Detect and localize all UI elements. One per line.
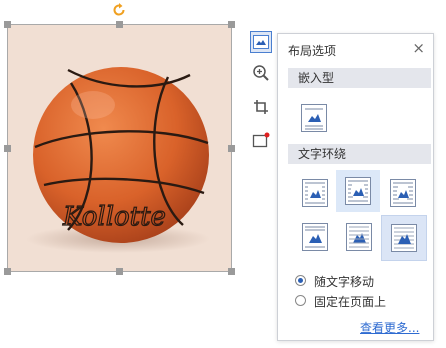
border-icon [252, 132, 270, 148]
selected-image[interactable]: Kollotte [7, 24, 232, 272]
close-icon[interactable]: × [412, 39, 425, 57]
layout-options-icon [253, 35, 269, 49]
see-more-link[interactable]: 查看更多... [360, 319, 419, 336]
radio-fix-on-page[interactable] [295, 295, 306, 306]
resize-handle-bottom-right[interactable] [228, 268, 235, 275]
inline-layout-option[interactable] [298, 102, 330, 134]
wrap-square-icon [302, 179, 328, 207]
resize-handle-top-left[interactable] [4, 21, 11, 28]
resize-handle-top[interactable] [116, 21, 123, 28]
wrap-top-bottom-icon [302, 223, 328, 251]
rotate-handle-icon[interactable] [111, 2, 127, 18]
ball-brand-text: Kollotte [62, 202, 166, 232]
wrap-in-front-icon [391, 224, 417, 252]
wrap-section-header: 文字环绕 [288, 144, 431, 164]
radio-move-with-text[interactable] [295, 275, 306, 286]
resize-handle-top-right[interactable] [228, 21, 235, 28]
wrap-behind-text-icon [346, 223, 372, 251]
radio-move-with-text-label: 随文字移动 [314, 275, 375, 289]
wrap-tight-option[interactable] [336, 170, 380, 212]
panel-title: 布局选项 [288, 44, 337, 58]
layout-options-button[interactable] [250, 31, 272, 53]
radio-fix-on-page-label: 固定在页面上 [314, 295, 387, 309]
zoom-icon [253, 65, 269, 81]
resize-handle-bottom-left[interactable] [4, 268, 11, 275]
wrap-through-icon [390, 179, 416, 207]
border-button[interactable] [250, 129, 272, 151]
wrap-behind-text-option[interactable] [343, 221, 375, 253]
layout-options-panel: 布局选项 × 嵌入型 文字环绕 随文字移动 固定在页面上 查看更多... [277, 33, 434, 341]
crop-icon [254, 100, 268, 114]
wrap-top-bottom-option[interactable] [299, 221, 331, 253]
basketball-image: Kollotte [26, 67, 210, 253]
resize-handle-left[interactable] [4, 145, 11, 152]
wrap-square-option[interactable] [299, 177, 331, 209]
inline-layout-icon [301, 104, 327, 132]
inline-section-header: 嵌入型 [288, 68, 431, 88]
crop-button[interactable] [250, 96, 272, 118]
wrap-through-option[interactable] [387, 177, 419, 209]
zoom-button[interactable] [250, 62, 272, 84]
resize-handle-bottom[interactable] [116, 268, 123, 275]
resize-handle-right[interactable] [228, 145, 235, 152]
wrap-in-front-option[interactable] [381, 215, 427, 261]
wrap-tight-icon [345, 177, 371, 205]
